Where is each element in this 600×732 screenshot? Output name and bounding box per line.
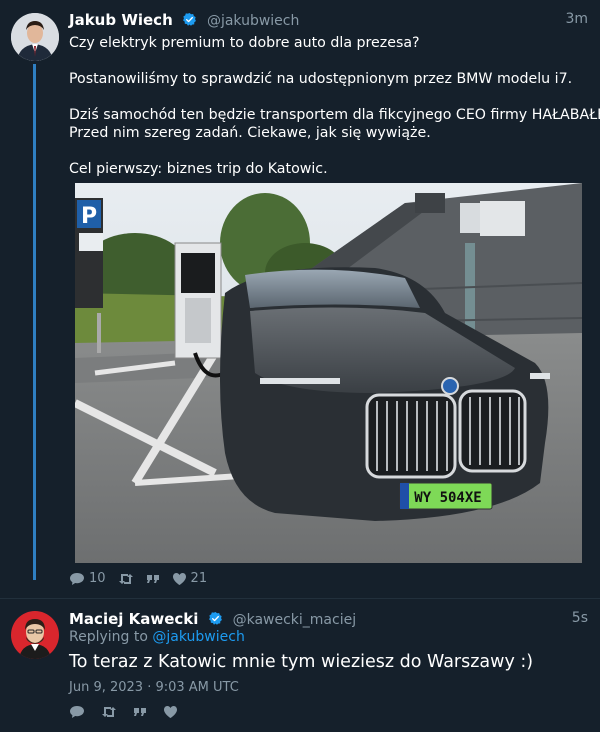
like-icon (164, 706, 177, 718)
quote-icon (134, 708, 146, 716)
author-handle[interactable]: @kawecki_maciej (233, 612, 357, 628)
tweet-photo[interactable]: P WY 504XE (75, 183, 582, 563)
parking-sign-letter: P (81, 204, 97, 229)
like-icon (172, 572, 186, 585)
reply-button[interactable]: 10 (69, 571, 106, 586)
quote-icon (146, 574, 159, 583)
like-button[interactable] (163, 705, 178, 719)
replying-to-link[interactable]: @jakubwiech (152, 629, 244, 645)
retweet-button[interactable] (118, 572, 134, 586)
tweet-actions (69, 705, 178, 719)
tweet-jakub-wiech: Jakub Wiech @jakubwiech 3m Czy elektryk … (0, 0, 600, 598)
tweet-line-5: Cel pierwszy: biznes trip do Katowic. (69, 161, 328, 177)
replying-to-label: Replying to (69, 629, 153, 645)
reply-icon (70, 572, 84, 585)
replying-to: Replying to @jakubwiech (69, 629, 245, 645)
tweet-line-2: Postanowiliśmy to sprawdzić na udostępni… (69, 71, 573, 87)
like-button[interactable]: 21 (172, 571, 208, 586)
quote-button[interactable] (133, 705, 147, 719)
author-name[interactable]: Maciej Kawecki (69, 610, 198, 628)
retweet-button[interactable] (101, 705, 117, 719)
reply-timestamp[interactable]: Jun 9, 2023 · 9:03 AM UTC (69, 680, 239, 695)
quote-button[interactable] (146, 572, 160, 586)
reply-button[interactable] (69, 705, 85, 719)
verified-badge-icon (208, 611, 222, 625)
tweet-maciej-kawecki: Maciej Kawecki @kawecki_maciej 5s Replyi… (0, 599, 600, 732)
reply-count: 10 (89, 571, 106, 586)
like-count: 21 (190, 571, 208, 586)
tweet-actions: 10 21 (69, 571, 207, 586)
thread-line (33, 64, 36, 580)
author-name[interactable]: Jakub Wiech (69, 11, 173, 29)
tweet-line-4: Przed nim szereg zadań. Ciekawe, jak się… (69, 125, 431, 141)
avatar-jakub-wiech[interactable] (11, 13, 59, 61)
tweet-time[interactable]: 5s (572, 610, 588, 626)
tweet-line-3: Dziś samochód ten będzie transportem dla… (69, 107, 600, 123)
license-plate-text: WY 504XE (414, 490, 481, 506)
retweet-icon (102, 707, 116, 717)
retweet-icon (118, 573, 133, 584)
avatar-maciej-kawecki[interactable] (11, 611, 59, 659)
verified-badge-icon (182, 12, 196, 26)
tweet-time[interactable]: 3m (565, 11, 588, 27)
tweet-header: Maciej Kawecki @kawecki_maciej (69, 609, 356, 628)
tweet-header: Jakub Wiech @jakubwiech (69, 10, 299, 29)
author-handle[interactable]: @jakubwiech (207, 13, 299, 29)
reply-text: To teraz z Katowic mnie tym wieziesz do … (69, 652, 534, 672)
reply-icon (70, 706, 84, 718)
tweet-line-1: Czy elektryk premium to dobre auto dla p… (69, 35, 420, 51)
